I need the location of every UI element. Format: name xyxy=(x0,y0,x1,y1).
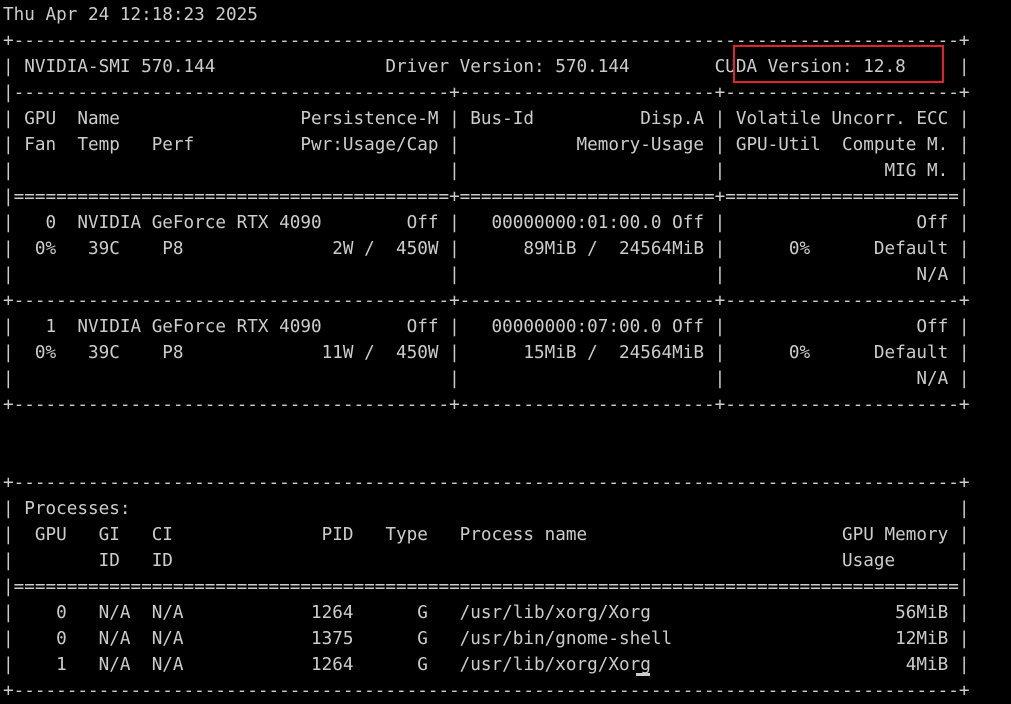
processes-border-bottom: +---------------------------------------… xyxy=(3,681,970,701)
processes-header-row-1: | GPU GI CI PID Type Process name GPU Me… xyxy=(3,525,970,545)
process-row: | 1 N/A N/A 1264 G /usr/lib/xorg/Xorg 4M… xyxy=(3,655,970,675)
terminal-cursor xyxy=(636,673,650,676)
timestamp-line: Thu Apr 24 12:18:23 2025 xyxy=(3,5,258,25)
gpu-row-separator: +---------------------------------------… xyxy=(3,291,970,311)
process-row: | 0 N/A N/A 1264 G /usr/lib/xorg/Xorg 56… xyxy=(3,603,970,623)
gpu-1-row-3: | | | N/A | xyxy=(3,369,970,389)
gpu-table-border-bottom: +---------------------------------------… xyxy=(3,395,970,415)
gpu-0-row-2: | 0% 39C P8 2W / 450W | 89MiB / 24564MiB… xyxy=(3,239,970,259)
gpu-1-row-1: | 1 NVIDIA GeForce RTX 4090 Off | 000000… xyxy=(3,317,970,337)
processes-title: | Processes: | xyxy=(3,499,970,519)
gpu-1-row-2: | 0% 39C P8 11W / 450W | 15MiB / 24564Mi… xyxy=(3,343,970,363)
gpu-0-row-3: | | | N/A | xyxy=(3,265,970,285)
terminal-output[interactable]: Thu Apr 24 12:18:23 2025 +---------------… xyxy=(3,2,969,704)
processes-border-top: +---------------------------------------… xyxy=(3,473,970,493)
processes-header-row-2: | ID ID Usage | xyxy=(3,551,970,571)
table-border-top: +---------------------------------------… xyxy=(3,31,970,51)
gpu-table-header-row-1: | GPU Name Persistence-M | Bus-Id Disp.A… xyxy=(3,109,970,129)
version-header-line: | NVIDIA-SMI 570.144 Driver Version: 570… xyxy=(3,57,970,77)
gpu-table-header-row-2: | Fan Temp Perf Pwr:Usage/Cap | Memory-U… xyxy=(3,135,970,155)
table-separator: |---------------------------------------… xyxy=(3,83,970,103)
gpu-0-row-1: | 0 NVIDIA GeForce RTX 4090 Off | 000000… xyxy=(3,213,970,233)
process-row: | 0 N/A N/A 1375 G /usr/bin/gnome-shell … xyxy=(3,629,970,649)
gpu-table-header-row-3: | | | MIG M. | xyxy=(3,161,970,181)
processes-header-divider: |=======================================… xyxy=(3,577,970,597)
gpu-table-header-divider: |=======================================… xyxy=(3,187,970,207)
